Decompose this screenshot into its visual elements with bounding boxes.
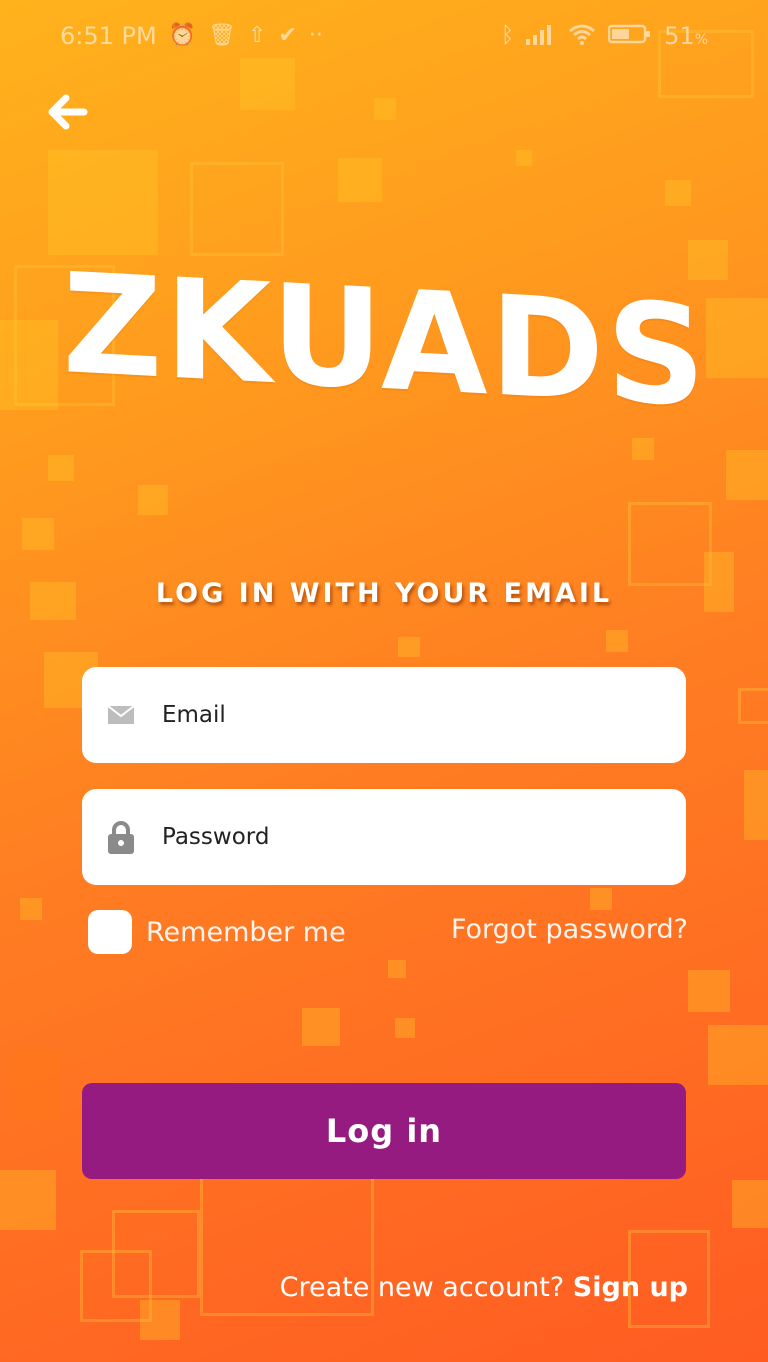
- status-time: 6:51 PM: [60, 22, 157, 50]
- remember-me[interactable]: Remember me: [88, 910, 346, 954]
- email-input[interactable]: [160, 684, 664, 746]
- signup-prompt: Create new account?: [279, 1272, 573, 1303]
- wifi-icon: [568, 23, 596, 50]
- email-field[interactable]: [82, 667, 686, 763]
- upload-icon: ⇧: [248, 23, 267, 48]
- page-heading: LOG IN WITH YOUR EMAIL: [155, 578, 613, 609]
- status-bar-left: 6:51 PM ⏰ 🗑 ⇧ ✔ ··: [60, 22, 323, 50]
- battery-level: 51%: [664, 22, 708, 50]
- check-circle-icon: ✔: [278, 23, 297, 48]
- battery-icon: [607, 23, 652, 50]
- remember-me-checkbox[interactable]: [88, 910, 132, 954]
- status-bar: 6:51 PM ⏰ 🗑 ⇧ ✔ ·· ᛒ 51%: [0, 0, 768, 72]
- password-field[interactable]: [82, 789, 686, 885]
- remember-me-label[interactable]: Remember me: [146, 917, 346, 948]
- signal-icon: [526, 23, 556, 50]
- forgot-password-link[interactable]: Forgot password?: [451, 914, 688, 945]
- signup-row: Create new account? Sign up: [280, 1272, 688, 1303]
- login-button[interactable]: Log in: [82, 1083, 686, 1179]
- lock-icon: [106, 821, 136, 854]
- envelope-icon: [106, 700, 136, 730]
- alarm-icon: ⏰: [168, 23, 197, 48]
- arrow-left-icon: [48, 94, 88, 134]
- status-bar-right: ᛒ 51%: [501, 22, 708, 50]
- signup-link[interactable]: Sign up: [573, 1272, 688, 1303]
- bluetooth-icon: ᛒ: [500, 23, 515, 48]
- app-logo: ZKUADS: [62, 242, 708, 438]
- back-button[interactable]: [44, 92, 92, 136]
- more-dots-icon: ··: [308, 23, 323, 48]
- trash-icon: 🗑: [208, 23, 237, 48]
- password-input[interactable]: [160, 806, 664, 868]
